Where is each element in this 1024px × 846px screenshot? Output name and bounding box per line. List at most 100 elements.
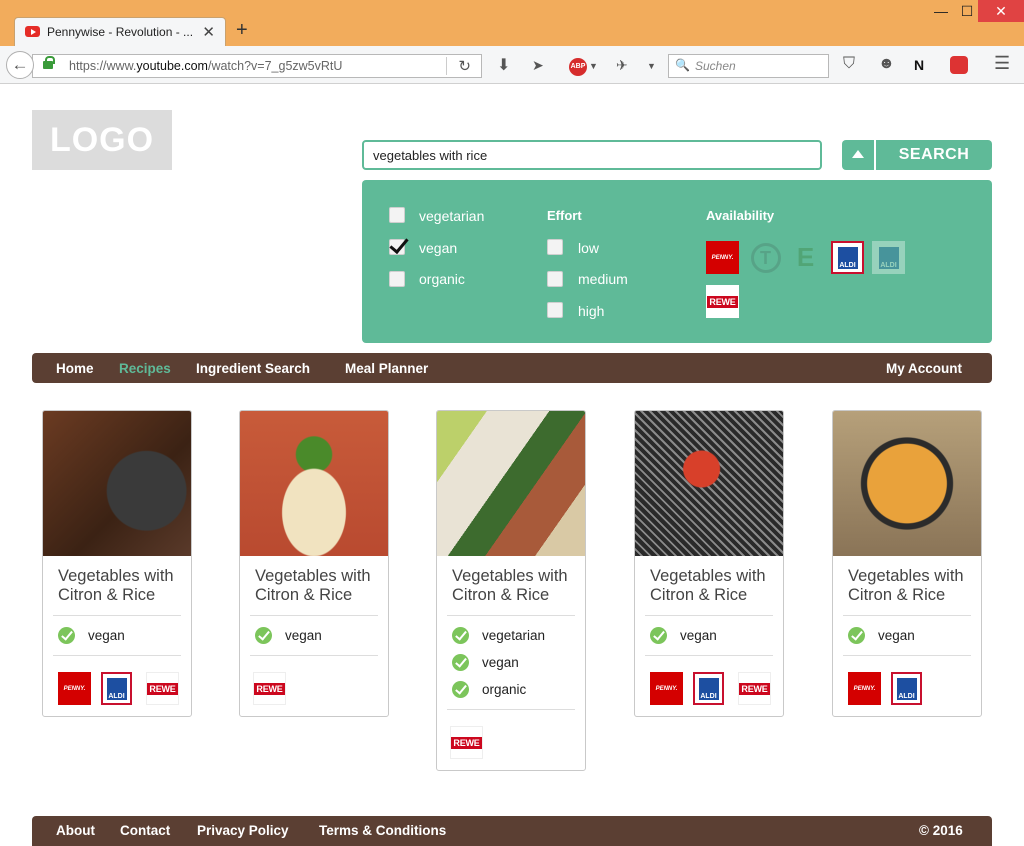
effort-medium-label: medium — [578, 271, 628, 287]
nav-my-account[interactable]: My Account — [886, 361, 962, 376]
effort-heading: Effort — [547, 208, 582, 223]
vegan-checkbox[interactable] — [389, 239, 405, 255]
penny-logo: PENNY. — [650, 672, 683, 705]
recipe-tag: vegan — [848, 627, 981, 644]
check-circle-icon — [58, 627, 75, 644]
download-icon[interactable]: ⬇ — [497, 55, 510, 75]
menu-icon[interactable]: ☰ — [994, 53, 1010, 74]
search-button[interactable]: SEARCH — [876, 140, 992, 170]
recipe-card[interactable]: Vegetables with Citron & Rice vegan PENNY.… — [634, 410, 784, 717]
nav-home[interactable]: Home — [56, 361, 94, 376]
organic-label: organic — [419, 271, 465, 287]
recipe-card[interactable]: Vegetables with Citron & Rice vegetarian v… — [436, 410, 586, 771]
vegetarian-checkbox[interactable] — [389, 207, 405, 223]
footer-privacy-link[interactable]: Privacy Policy — [197, 823, 289, 838]
edeka-store-toggle[interactable]: E — [789, 241, 822, 274]
recipe-tag: vegetarian — [452, 627, 585, 644]
nav-recipes[interactable]: Recipes — [119, 361, 171, 376]
pocket-icon[interactable]: ⛉ — [843, 55, 855, 73]
tegut-store-toggle[interactable]: T — [749, 241, 782, 274]
close-tab-icon[interactable]: ✕ — [202, 23, 215, 41]
rewe-logo: REWE — [738, 672, 771, 705]
reload-icon[interactable]: ↻ — [458, 57, 471, 75]
check-circle-icon — [255, 627, 272, 644]
close-window-icon[interactable]: ✕ — [978, 0, 1024, 22]
rewe-logo: REWE — [146, 672, 179, 705]
recipe-card[interactable]: Vegetables with Citron & Rice vegan PENNY.… — [832, 410, 982, 717]
monster-extension-icon[interactable] — [950, 56, 968, 74]
url-text: https://www.youtube.com/watch?v=7_g5zw5v… — [69, 59, 343, 73]
effort-high-checkbox[interactable] — [547, 302, 563, 318]
address-bar[interactable]: https://www.youtube.com/watch?v=7_g5zw5v… — [32, 54, 482, 78]
adblock-icon[interactable]: ABP — [569, 58, 587, 76]
overflow-dropdown-icon[interactable]: ▼ — [647, 61, 656, 71]
browser-toolbar: https://www.youtube.com/watch?v=7_g5zw5v… — [0, 46, 1024, 84]
check-circle-icon — [452, 627, 469, 644]
recipe-card[interactable]: Vegetables with Citron & Rice vegan PENNY.… — [42, 410, 192, 717]
organic-checkbox[interactable] — [389, 271, 405, 287]
site-logo[interactable]: LOGO — [32, 110, 172, 170]
rewe-logo: REWE — [253, 672, 286, 705]
back-icon[interactable]: ← — [6, 51, 34, 79]
rewe-store-toggle[interactable]: REWE — [706, 285, 739, 318]
extension-icon[interactable]: ✈ — [616, 57, 628, 74]
copyright: © 2016 — [919, 823, 963, 838]
dropdown-icon[interactable]: ▼ — [589, 61, 598, 71]
check-circle-icon — [848, 627, 865, 644]
collapse-filters-button[interactable] — [842, 140, 874, 170]
new-tab-icon[interactable]: + — [236, 19, 248, 42]
vegan-label: vegan — [419, 240, 458, 256]
footer-about-link[interactable]: About — [56, 823, 95, 838]
recipe-image[interactable] — [240, 411, 388, 556]
chat-icon[interactable]: ☻ — [878, 55, 895, 73]
youtube-favicon-icon — [25, 26, 40, 37]
send-icon[interactable]: ➤ — [532, 57, 544, 74]
recipe-title[interactable]: Vegetables with Citron & Rice — [452, 567, 582, 605]
recipe-image[interactable] — [437, 411, 585, 556]
notes-icon[interactable]: N — [914, 57, 924, 73]
aldi-logo: ALDI — [101, 672, 132, 705]
tab-title: Pennywise - Revolution - ... — [47, 25, 194, 39]
recipe-image[interactable] — [43, 411, 191, 556]
nav-ingredient-search[interactable]: Ingredient Search — [196, 361, 310, 376]
recipe-title[interactable]: Vegetables with Citron & Rice — [255, 567, 385, 605]
recipe-tag: organic — [452, 681, 585, 698]
recipe-tag: vegan — [58, 627, 191, 644]
recipe-tag: vegan — [650, 627, 783, 644]
browser-titlebar: Pennywise - Revolution - ... ✕ + — ☐ ✕ — [0, 0, 1024, 47]
filter-panel: vegetarian vegan organic Effort low medi… — [362, 180, 992, 343]
availability-heading: Availability — [706, 208, 775, 223]
recipe-title[interactable]: Vegetables with Citron & Rice — [650, 567, 780, 605]
browser-search-field[interactable]: 🔍 Suchen — [668, 54, 829, 78]
recipe-search-input[interactable]: vegetables with rice — [362, 140, 822, 170]
penny-store-toggle[interactable]: PENNY. — [706, 241, 739, 274]
lock-icon — [43, 56, 55, 69]
browser-tab[interactable]: Pennywise - Revolution - ... ✕ — [14, 17, 226, 47]
recipe-image[interactable] — [635, 411, 783, 556]
recipe-tag: vegan — [255, 627, 388, 644]
check-circle-icon — [452, 654, 469, 671]
search-placeholder: Suchen — [695, 59, 736, 73]
recipe-title[interactable]: Vegetables with Citron & Rice — [58, 567, 188, 605]
footer-contact-link[interactable]: Contact — [120, 823, 170, 838]
footer-terms-link[interactable]: Terms & Conditions — [319, 823, 446, 838]
effort-low-label: low — [578, 240, 600, 256]
check-circle-icon — [650, 627, 667, 644]
main-nav: Home Recipes Ingredient Search Meal Plan… — [32, 353, 992, 383]
search-icon: 🔍 — [675, 58, 690, 72]
recipe-tag: vegan — [452, 654, 585, 671]
recipe-card[interactable]: Vegetables with Citron & Rice vegan REWE — [239, 410, 389, 717]
recipe-title[interactable]: Vegetables with Citron & Rice — [848, 567, 978, 605]
effort-medium-checkbox[interactable] — [547, 271, 563, 287]
aldi-nord-store-toggle[interactable]: ALDI — [831, 241, 864, 274]
aldi-logo: ALDI — [891, 672, 922, 705]
recipe-image[interactable] — [833, 411, 981, 556]
nav-meal-planner[interactable]: Meal Planner — [345, 361, 428, 376]
effort-low-checkbox[interactable] — [547, 239, 563, 255]
aldi-logo: ALDI — [693, 672, 724, 705]
penny-logo: PENNY. — [848, 672, 881, 705]
vegetarian-label: vegetarian — [419, 208, 485, 224]
aldi-sued-store-toggle[interactable]: ALDI — [872, 241, 905, 274]
footer: About Contact Privacy Policy Terms & Con… — [32, 816, 992, 846]
effort-high-label: high — [578, 303, 605, 319]
